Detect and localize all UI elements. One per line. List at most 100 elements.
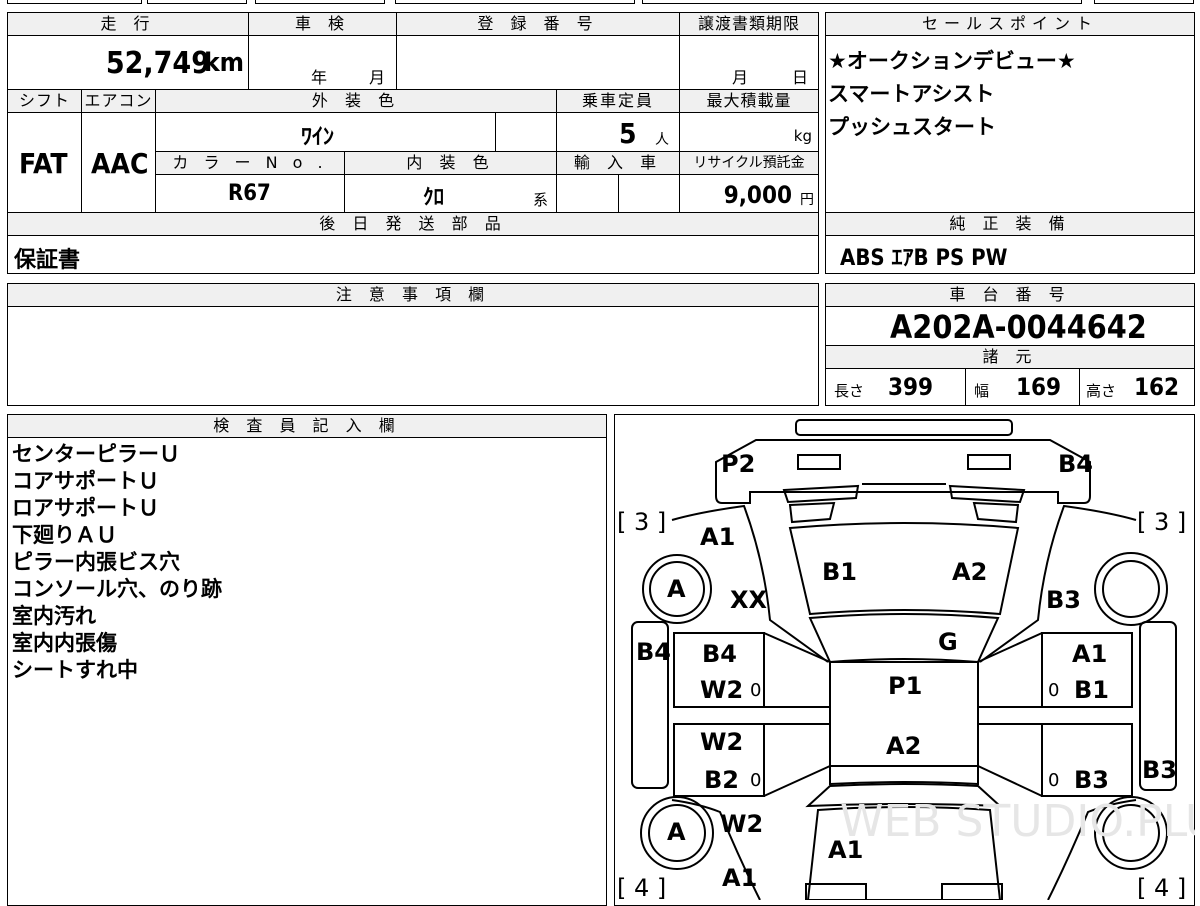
capacity-unit: 人 bbox=[655, 132, 669, 148]
front-bumper-shape bbox=[795, 419, 1013, 436]
damage-diagram: WEB STUDIO.PLUS [ 3 ] [ 3 ] [ 4 ] [ 4 ] … bbox=[617, 419, 1195, 900]
standard-equipment-header: 純 正 装 備 bbox=[825, 212, 1195, 236]
recycle-fee-value: 9,000 bbox=[723, 181, 792, 209]
max-load-header: 最大積載量 bbox=[679, 89, 819, 113]
right-door-roof-links bbox=[977, 632, 1043, 797]
damage-code-zero-rr: 0 bbox=[1048, 770, 1059, 791]
import-cell-a bbox=[556, 174, 619, 213]
shaken-month: 月 bbox=[369, 68, 386, 87]
mileage-header: 走 行 bbox=[7, 12, 249, 36]
inspector-note-item: シートすれ中 bbox=[12, 658, 138, 682]
shaken-cell: 年 月 bbox=[248, 35, 397, 90]
grille-left bbox=[782, 484, 860, 504]
tire-front-right bbox=[1094, 552, 1168, 626]
damage-code-w2-rl: W2 bbox=[700, 728, 743, 756]
exterior-color-extra-cell bbox=[495, 112, 557, 152]
damage-code-a1-trunk: A1 bbox=[828, 836, 863, 864]
max-load-unit: kg bbox=[793, 127, 812, 145]
capacity-cell: 5 人 bbox=[556, 112, 680, 152]
damage-code-w2-rear: W2 bbox=[720, 810, 763, 838]
color-no-value: R67 bbox=[228, 181, 271, 206]
mileage-unit: km bbox=[204, 48, 244, 78]
sales-points-list: ★オークションデビュー★ スマートアシスト プッシュスタート bbox=[828, 45, 1188, 144]
damage-code-a2-hood: A2 bbox=[952, 558, 987, 586]
spec-height-cell: 高さ 162 bbox=[1080, 368, 1194, 406]
damage-code-b1-rd: B1 bbox=[1074, 676, 1109, 704]
import-header: 輸 入 車 bbox=[556, 151, 680, 175]
inspector-note-item: 下廻りＡＵ bbox=[12, 523, 117, 547]
windshield bbox=[808, 613, 1000, 664]
capacity-value: 5 bbox=[619, 117, 637, 150]
damage-code-a-rl: A bbox=[667, 818, 686, 846]
damage-code-zero-rd: 0 bbox=[1048, 680, 1059, 701]
rear-light-left bbox=[805, 883, 867, 900]
recycle-fee-unit: 円 bbox=[800, 192, 814, 208]
specs-header: 諸 元 bbox=[825, 345, 1195, 369]
damage-code-b3-right: B3 bbox=[1046, 586, 1081, 614]
spec-width-cell: 幅 169 bbox=[966, 368, 1080, 406]
exterior-color-value: ﾜｲﾝ bbox=[301, 125, 335, 150]
tire-rear-right-tread: [ 4 ] bbox=[1137, 874, 1186, 900]
shift-header: シフト bbox=[7, 89, 82, 113]
inspector-panel: 検 査 員 記 入 欄 センターピラーＵ コアサポートＵ ロアサポートＵ 下廻りＡＵ ピ… bbox=[7, 414, 607, 906]
spec-height-label: 高さ bbox=[1086, 382, 1117, 400]
inspector-notes-list: センターピラーＵ コアサポートＵ ロアサポートＵ 下廻りＡＵ ピラー内張ビス穴 コンソール… bbox=[12, 441, 592, 684]
spec-length-cell: 長さ 399 bbox=[826, 368, 966, 406]
damage-code-zero-rl: 0 bbox=[750, 770, 761, 791]
spec-length-value: 399 bbox=[888, 373, 934, 401]
inspector-note-item: センターピラーＵ bbox=[12, 442, 180, 466]
transfer-deadline-header: 譲渡書類期限 bbox=[679, 12, 819, 36]
chassis-panel: 車 台 番 号 A202A-0044642 諸 元 長さ 399 幅 169 高… bbox=[825, 283, 1195, 406]
recycle-fee-cell: 9,000 円 bbox=[679, 174, 819, 213]
interior-color-header: 内 装 色 bbox=[344, 151, 557, 175]
damage-code-a1-top: A1 bbox=[700, 523, 735, 551]
left-door-roof-links bbox=[763, 632, 831, 797]
damage-code-g: G bbox=[938, 628, 958, 656]
rear-light-right bbox=[941, 883, 1003, 900]
later-parts-header: 後 日 発 送 部 品 bbox=[7, 212, 819, 236]
roof-rear bbox=[829, 765, 979, 786]
damage-code-a-fl: A bbox=[667, 575, 686, 603]
right-front-fender bbox=[979, 504, 1137, 663]
tire-front-right-inner bbox=[1102, 560, 1160, 618]
tire-rear-left-tread: [ 4 ] bbox=[617, 874, 666, 900]
right-sill-lines bbox=[978, 706, 1132, 725]
sales-points-header: セールスポイント bbox=[825, 12, 1195, 36]
damage-code-b1-hood: B1 bbox=[822, 558, 857, 586]
capacity-header: 乗車定員 bbox=[556, 89, 680, 113]
damage-code-zero-fd: 0 bbox=[750, 680, 761, 701]
sales-point-item: ★オークションデビュー★ bbox=[828, 49, 1076, 73]
later-parts-value: 保証書 bbox=[14, 248, 81, 273]
damage-code-b4-door: B4 bbox=[702, 640, 737, 668]
front-bumper-outline bbox=[715, 439, 1091, 504]
inspector-note-item: 室内汚れ bbox=[12, 604, 96, 628]
spec-length-label: 長さ bbox=[834, 382, 865, 400]
damage-code-p1: P1 bbox=[888, 672, 922, 700]
shift-value: FAT bbox=[19, 147, 68, 180]
color-no-header: カ ラ ー N o . bbox=[155, 151, 345, 175]
mileage-cell: 52,749 km bbox=[7, 35, 249, 90]
shift-cell: FAT bbox=[7, 112, 82, 213]
color-no-cell: R67 bbox=[155, 174, 345, 213]
damage-code-a1-bottom: A1 bbox=[722, 864, 757, 892]
notes-panel: 注 意 事 項 欄 bbox=[7, 283, 819, 406]
inspector-note-item: ピラー内張ビス穴 bbox=[12, 550, 180, 574]
chassis-number: A202A-0044642 bbox=[890, 308, 1147, 346]
interior-color-value: ｸﾛ bbox=[423, 185, 444, 209]
exterior-color-header: 外 装 色 bbox=[155, 89, 557, 113]
damage-code-b2: B2 bbox=[704, 766, 739, 794]
aircon-value: AAC bbox=[91, 147, 149, 180]
transfer-day: 日 bbox=[792, 68, 809, 87]
aircon-header: エアコン bbox=[81, 89, 156, 113]
left-front-fender bbox=[671, 504, 829, 663]
front-light-right bbox=[967, 454, 1011, 470]
inspector-note-item: ロアサポートＵ bbox=[12, 496, 159, 520]
damage-code-p2: P2 bbox=[721, 450, 755, 478]
spec-width-value: 169 bbox=[1016, 373, 1062, 401]
notes-header: 注 意 事 項 欄 bbox=[7, 283, 819, 307]
damage-code-a2-roof: A2 bbox=[886, 732, 921, 760]
damage-code-b4-left: B4 bbox=[636, 638, 671, 666]
sales-points-panel: セールスポイント ★オークションデビュー★ スマートアシスト プッシュスタート bbox=[825, 12, 1195, 213]
spec-width-label: 幅 bbox=[974, 382, 990, 400]
inspector-note-item: コンソール穴、のり跡 bbox=[12, 577, 222, 601]
